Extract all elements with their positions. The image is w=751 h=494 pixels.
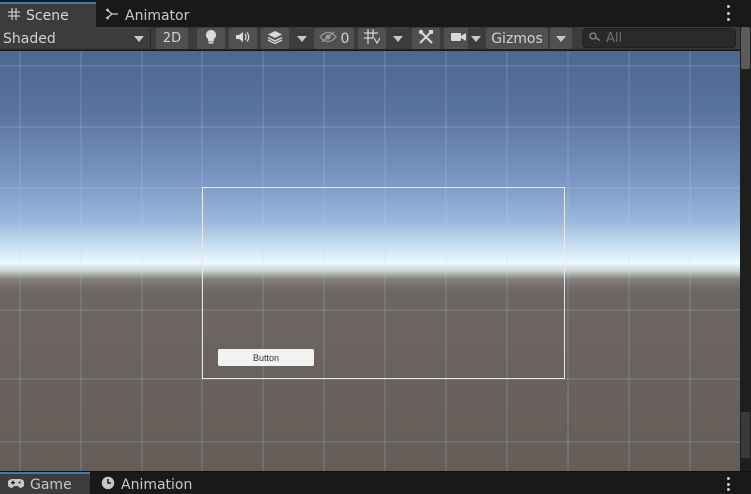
chevron-down-icon (134, 35, 144, 42)
clock-icon (101, 476, 115, 494)
speaker-icon (235, 31, 251, 47)
grid-icon (8, 7, 20, 24)
tab-scene[interactable]: Scene (0, 2, 96, 27)
bottom-tab-bar: Game Animation (0, 471, 751, 494)
toggle-2d-button[interactable]: 2D (156, 28, 188, 49)
chevron-down-icon (556, 35, 566, 42)
gamepad-icon (7, 477, 25, 493)
tab-game-label: Game (30, 476, 72, 493)
grid-dropdown[interactable] (388, 28, 408, 49)
tab-animation[interactable]: Animation (93, 474, 203, 494)
panel-divider (741, 412, 750, 458)
scene-ui-button[interactable]: Button (218, 349, 314, 366)
audio-toggle[interactable] (229, 28, 257, 49)
draw-mode-dropdown[interactable]: Shaded (0, 28, 148, 49)
chevron-down-icon (393, 35, 403, 42)
tools-icon (418, 29, 434, 49)
scene-visibility-toggle[interactable]: 0 (314, 28, 354, 49)
camera-icon (450, 31, 467, 47)
animator-icon (106, 8, 119, 24)
grid-snap-icon (364, 29, 381, 48)
hidden-eye-icon (318, 30, 337, 47)
draw-mode-label: Shaded (3, 30, 56, 47)
tab-animator-label: Animator (125, 7, 190, 24)
tab-animation-label: Animation (121, 476, 193, 493)
more-options-icon[interactable] (725, 5, 731, 21)
camera-dropdown[interactable] (468, 28, 484, 49)
lighting-toggle[interactable] (197, 28, 225, 49)
chevron-down-icon (297, 35, 307, 42)
tab-game[interactable]: Game (0, 472, 90, 494)
right-panel-edge (740, 27, 751, 471)
gizmos-dropdown[interactable] (550, 28, 572, 49)
gizmos-label: Gizmos (491, 30, 543, 47)
scene-ui-button-label: Button (252, 352, 280, 363)
chevron-down-icon (471, 35, 481, 42)
hidden-count: 0 (340, 30, 350, 47)
toggle-2d-label: 2D (162, 31, 182, 46)
tab-scene-label: Scene (26, 7, 69, 24)
scene-toolbar: Shaded 2D 0 Gizmos All (0, 27, 740, 50)
tab-animator[interactable]: Animator (98, 4, 200, 27)
layers-icon (267, 30, 283, 48)
grid-snapping-toggle[interactable] (358, 28, 386, 49)
editor-tab-bar: Scene Animator (0, 0, 751, 27)
scrollbar-thumb[interactable] (741, 27, 750, 69)
search-input[interactable]: All (582, 28, 736, 48)
divider (150, 28, 151, 49)
search-placeholder: All (606, 30, 623, 46)
scene-viewport[interactable]: Button (0, 51, 740, 471)
more-options-icon[interactable] (725, 477, 731, 491)
tools-toggle[interactable] (412, 28, 440, 49)
gizmos-button[interactable]: Gizmos (486, 28, 548, 49)
lightbulb-icon (205, 29, 217, 48)
effects-dropdown[interactable] (291, 28, 313, 49)
effects-toggle[interactable] (261, 28, 289, 49)
search-icon (589, 31, 601, 46)
